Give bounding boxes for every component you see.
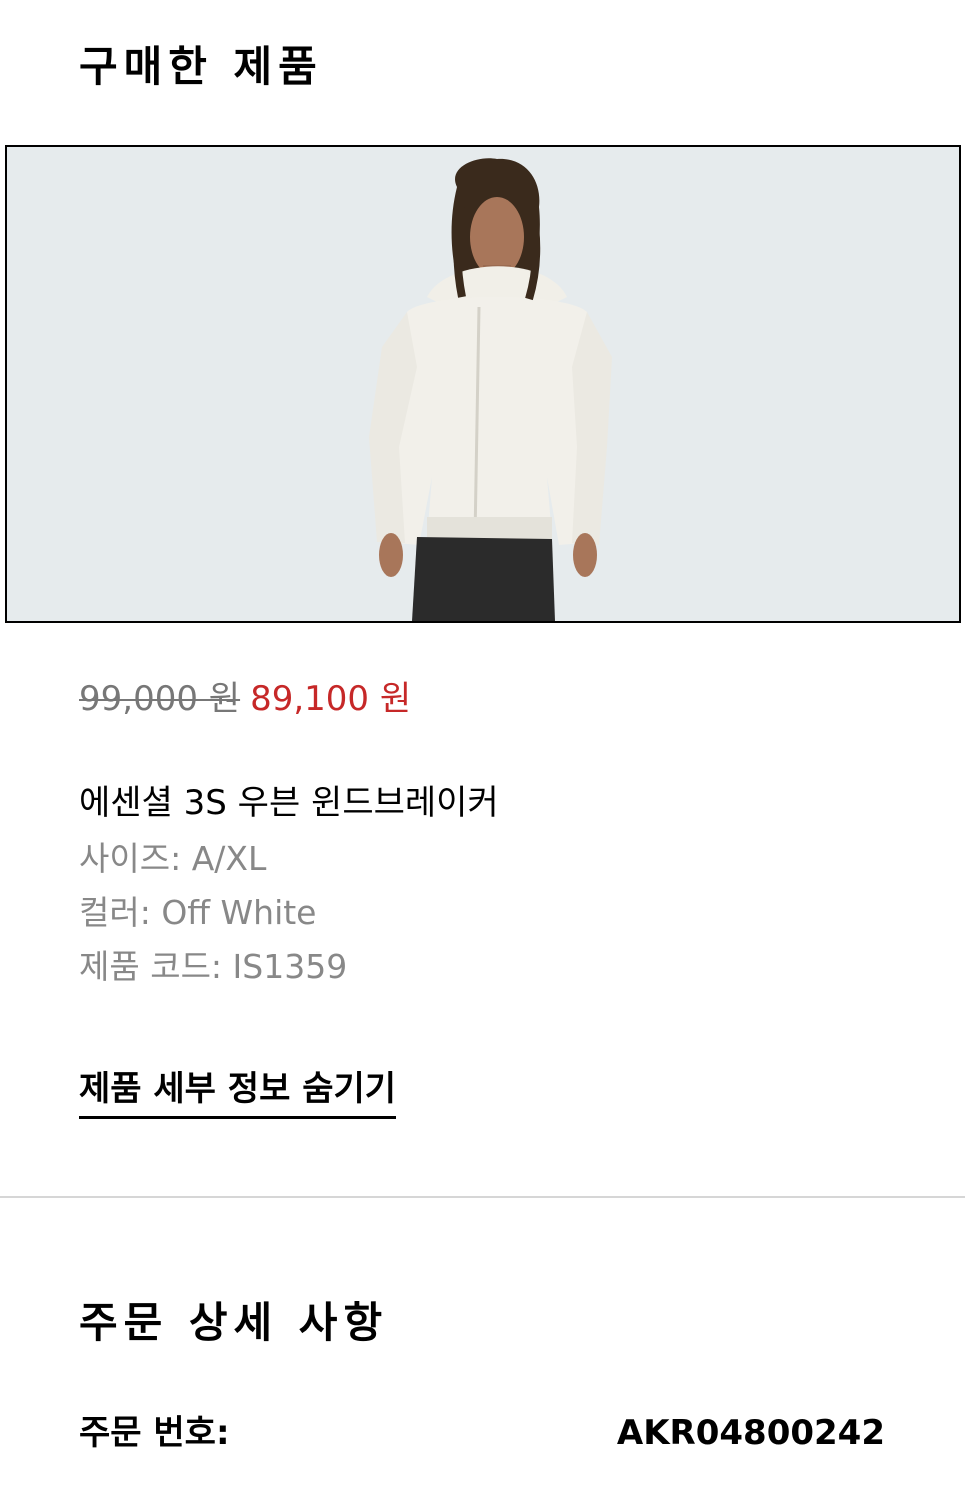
hide-product-details-link[interactable]: 제품 세부 정보 숨기기 [79, 1072, 397, 1119]
order-number-value: AKR04800242 [616, 1413, 885, 1453]
product-code: 제품 코드: IS1359 [79, 947, 348, 986]
price-row: 99,000 원 89,100 원 [79, 682, 411, 716]
product-photo [7, 147, 959, 621]
sale-price: 89,100 원 [250, 679, 412, 719]
original-price: 99,000 원 [79, 679, 241, 719]
product-color: 컬러: Off White [79, 893, 317, 932]
product-name: 에센셜 3S 우븐 윈드브레이커 [79, 783, 499, 823]
order-number-label: 주문 번호: [79, 1413, 230, 1453]
section-divider [0, 1196, 965, 1198]
product-size: 사이즈: A/XL [79, 839, 267, 878]
order-details-title: 주문 상세 사항 [79, 1298, 389, 1347]
purchased-products-title: 구매한 제품 [79, 42, 323, 91]
product-image[interactable] [5, 145, 961, 623]
